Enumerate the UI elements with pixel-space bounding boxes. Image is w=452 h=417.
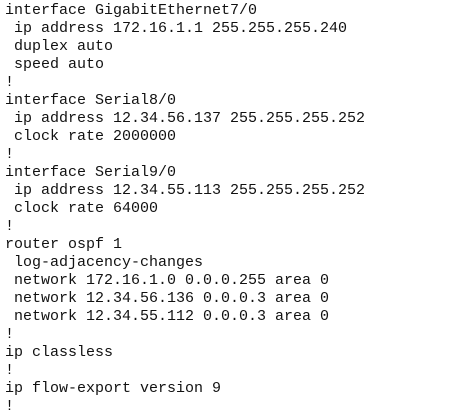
config-line-ospf-network: network 172.16.1.0 0.0.0.255 area 0 bbox=[5, 272, 330, 289]
config-line-ospf-network: network 12.34.56.136 0.0.0.3 area 0 bbox=[5, 290, 330, 307]
config-line-separator: ! bbox=[5, 74, 15, 91]
config-line-separator: ! bbox=[5, 398, 15, 415]
config-line-interface-serial9-0: interface Serial9/0 bbox=[5, 164, 177, 181]
config-line-separator: ! bbox=[5, 218, 15, 235]
config-line-serial9-0-ip-address: ip address 12.34.55.113 255.255.255.252 bbox=[5, 182, 366, 199]
config-line-ip-flow-export: ip flow-export version 9 bbox=[5, 380, 222, 397]
config-line-serial8-0-ip-address: ip address 12.34.56.137 255.255.255.252 bbox=[5, 110, 366, 127]
config-line-gi7-0-duplex: duplex auto bbox=[5, 38, 114, 55]
config-line-separator: ! bbox=[5, 362, 15, 379]
config-line-separator: ! bbox=[5, 146, 15, 163]
config-line-ospf-log-adjacency: log-adjacency-changes bbox=[5, 254, 204, 271]
config-line-interface-gi7-0: interface GigabitEthernet7/0 bbox=[5, 2, 258, 19]
running-config-text: interface GigabitEthernet7/0 ip address … bbox=[5, 2, 450, 416]
config-line-gi7-0-speed: speed auto bbox=[5, 56, 105, 73]
config-line-ip-classless: ip classless bbox=[5, 344, 114, 361]
config-line-router-ospf: router ospf 1 bbox=[5, 236, 123, 253]
config-line-gi7-0-ip-address: ip address 172.16.1.1 255.255.255.240 bbox=[5, 20, 348, 37]
config-line-serial9-0-clock-rate: clock rate 64000 bbox=[5, 200, 159, 217]
config-line-interface-serial8-0: interface Serial8/0 bbox=[5, 92, 177, 109]
config-line-separator: ! bbox=[5, 326, 15, 343]
config-line-ospf-network: network 12.34.55.112 0.0.0.3 area 0 bbox=[5, 308, 330, 325]
config-line-serial8-0-clock-rate: clock rate 2000000 bbox=[5, 128, 177, 145]
